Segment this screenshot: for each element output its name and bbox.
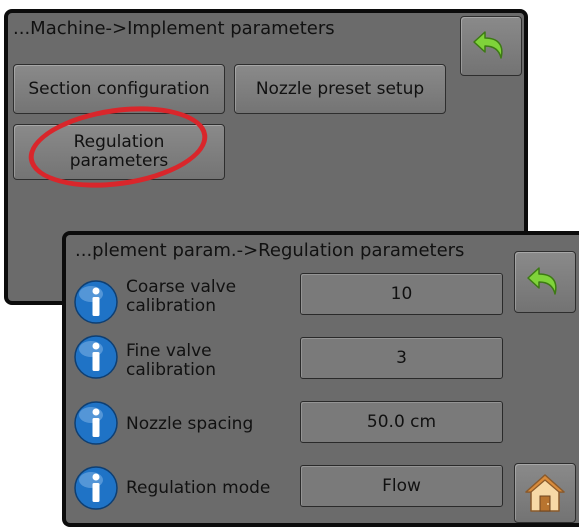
coarse-valve-calibration-label: Coarse valve calibration (126, 277, 237, 316)
coarse-valve-calibration-field[interactable]: 10 (300, 273, 503, 315)
nozzle-preset-setup-button[interactable]: Nozzle preset setup (234, 64, 446, 114)
back-arrow-icon (527, 267, 557, 295)
info-icon[interactable] (74, 401, 118, 445)
nozzle-spacing-label: Nozzle spacing (126, 414, 254, 434)
regulation-mode-field[interactable]: Flow (300, 465, 503, 507)
page-title: ...plement param.->Regulation parameters (75, 240, 465, 261)
page-title: ...Machine->Implement parameters (13, 18, 335, 39)
info-icon[interactable] (74, 335, 118, 379)
back-arrow-icon (473, 31, 503, 59)
home-button[interactable] (514, 463, 576, 523)
back-button[interactable] (460, 16, 522, 76)
fine-valve-calibration-field[interactable]: 3 (300, 337, 503, 379)
fine-valve-calibration-label: Fine valve calibration (126, 341, 216, 380)
info-icon[interactable] (74, 280, 118, 324)
regulation-parameters-panel: ...plement param.->Regulation parameters… (62, 231, 579, 527)
home-icon (525, 474, 565, 512)
regulation-mode-label: Regulation mode (126, 478, 271, 498)
info-icon[interactable] (74, 466, 118, 510)
nozzle-spacing-field[interactable]: 50.0 cm (300, 401, 503, 443)
back-button[interactable] (514, 251, 576, 313)
